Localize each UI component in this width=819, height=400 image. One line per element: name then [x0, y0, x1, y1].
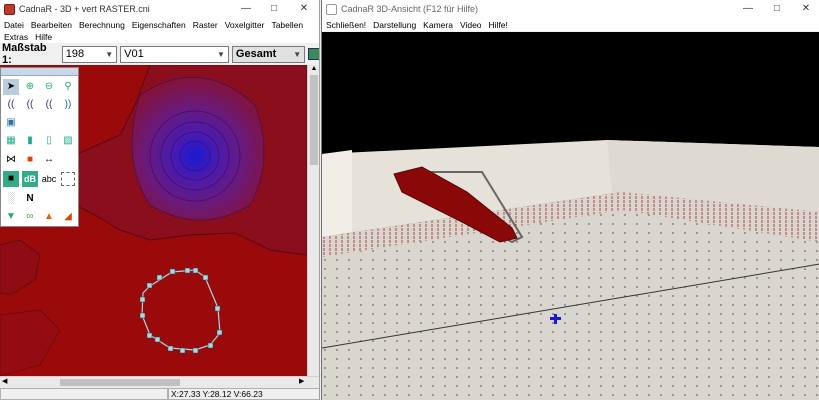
variant-combo[interactable]: V01 ▼: [120, 45, 229, 63]
tool-palette: ➤ ⊕ ⊖ ⚲ (( (( (( )) ▣ ▦ ▮ ▯ ▧ ⋈ ■ ↔ ■ dB…: [0, 67, 79, 227]
scale-toolbar: Maßstab 1: 198 ▼ V01 ▼ Gesamt ▼: [0, 42, 319, 66]
source-box-icon[interactable]: ▣: [3, 115, 19, 131]
chevron-down-icon: ▼: [105, 49, 114, 59]
barrier-icon[interactable]: ▯: [41, 133, 57, 149]
maximize-icon[interactable]: □: [260, 0, 288, 18]
zoom-fit-icon[interactable]: ⚲: [60, 79, 76, 95]
frame-tool-icon[interactable]: [61, 172, 75, 186]
menu-eigenschaften[interactable]: Eigenschaften: [132, 19, 186, 31]
minimize-icon[interactable]: —: [232, 0, 260, 18]
horizontal-scrollbar[interactable]: ◀ ▶: [0, 376, 319, 388]
zoom-in-icon[interactable]: ⊕: [22, 79, 38, 95]
menu-darstellung[interactable]: Darstellung: [373, 19, 416, 31]
left-window-title: CadnaR - 3D + vert RASTER.cni: [19, 4, 150, 14]
menu-video[interactable]: Video: [460, 19, 482, 31]
menu-berechnung[interactable]: Berechnung: [79, 19, 125, 31]
menu-bearbeiten[interactable]: Bearbeiten: [31, 19, 72, 31]
panel-icon[interactable]: ▧: [60, 133, 76, 149]
menu-datei[interactable]: Datei: [4, 19, 24, 31]
menu-raster[interactable]: Raster: [193, 19, 218, 31]
north-arrow-icon[interactable]: N: [22, 191, 38, 207]
right-window-title: CadnaR 3D-Ansicht (F12 für Hilfe): [341, 4, 479, 14]
scale-label: Maßstab 1:: [2, 42, 47, 66]
variant-value: V01: [124, 48, 144, 60]
vertical-scroll-thumb[interactable]: [310, 75, 318, 165]
left-menubar: Datei Bearbeiten Berechnung Eigenschafte…: [0, 18, 319, 43]
scroll-right-icon[interactable]: ▶: [299, 377, 304, 385]
menu-voxelgitter[interactable]: Voxelgitter: [225, 19, 265, 31]
window-app-icon: [326, 3, 337, 15]
cube-icon[interactable]: ▦: [3, 133, 19, 149]
scroll-left-icon[interactable]: ◀: [2, 377, 7, 385]
maximize-icon[interactable]: □: [763, 0, 791, 18]
menu-schliessen[interactable]: Schließen!: [326, 19, 366, 31]
source-wave-2-icon[interactable]: ((: [22, 97, 38, 113]
3d-viewport[interactable]: [322, 32, 819, 400]
toolbar-extra-icon[interactable]: [308, 48, 319, 60]
close-icon[interactable]: ✕: [290, 0, 318, 18]
scale-combo[interactable]: 198 ▼: [61, 45, 118, 63]
close-icon[interactable]: ✕: [792, 0, 819, 18]
scroll-up-icon[interactable]: ▲: [308, 65, 319, 72]
curve-icon[interactable]: ∞: [22, 209, 38, 225]
zoom-out-icon[interactable]: ⊖: [41, 79, 57, 95]
right-menubar: Schließen! Darstellung Kamera Video Hilf…: [322, 18, 819, 31]
side-wall-left: [322, 150, 352, 237]
source-wave-icon[interactable]: ((: [3, 97, 19, 113]
view-combo[interactable]: Gesamt ▼: [231, 45, 306, 63]
source-wave-3-icon[interactable]: ((: [41, 97, 57, 113]
minimize-icon[interactable]: —: [734, 0, 762, 18]
menu-hilfe[interactable]: Hilfe!: [489, 19, 508, 31]
scale-value: 198: [65, 48, 85, 60]
wall-icon[interactable]: ▮: [22, 133, 38, 149]
triangle-down-icon[interactable]: ▼: [3, 209, 19, 225]
roof-icon[interactable]: ◢: [60, 209, 76, 225]
chevron-down-icon: ▼: [293, 49, 302, 59]
horizontal-scroll-thumb[interactable]: [60, 379, 180, 386]
menu-tabellen[interactable]: Tabellen: [271, 19, 303, 31]
view-value: Gesamt: [235, 48, 277, 60]
dotted-area-icon[interactable]: ░: [3, 191, 19, 207]
status-segment-empty: [0, 388, 168, 400]
bowtie-icon[interactable]: ⋈: [3, 152, 19, 168]
receiver-icon[interactable]: ■: [3, 171, 19, 187]
grid-color-icon[interactable]: ■: [22, 152, 38, 168]
pointer-tool-icon[interactable]: ➤: [3, 79, 19, 95]
status-bar: X:27.33 Y:28.12 V:66.23: [0, 388, 319, 400]
building-icon[interactable]: ▲: [41, 209, 57, 225]
left-window: CadnaR - 3D + vert RASTER.cni — □ ✕ Date…: [0, 0, 320, 400]
3d-scene-svg: [322, 32, 819, 400]
vertical-scrollbar[interactable]: ▲: [307, 65, 319, 376]
text-tool-icon[interactable]: abc: [41, 171, 57, 187]
cadnar-app-icon: [4, 3, 15, 15]
speaker-icon[interactable]: )): [60, 97, 76, 113]
menu-kamera[interactable]: Kamera: [423, 19, 453, 31]
palette-titlebar[interactable]: [1, 68, 78, 76]
chevron-down-icon: ▼: [217, 49, 225, 59]
measure-icon[interactable]: ↔: [41, 152, 57, 168]
db-label-icon[interactable]: dB: [22, 171, 38, 187]
right-window: CadnaR 3D-Ansicht (F12 für Hilfe) — □ ✕ …: [321, 0, 819, 400]
status-coordinates: X:27.33 Y:28.12 V:66.23: [168, 388, 319, 400]
